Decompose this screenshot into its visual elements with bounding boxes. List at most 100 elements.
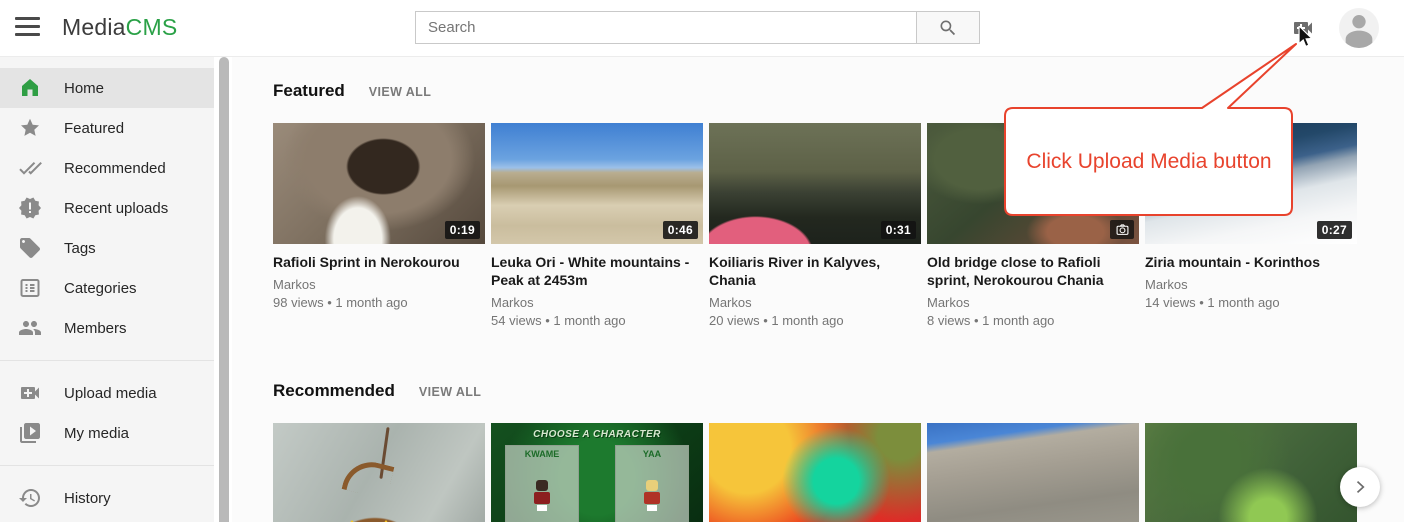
search-bar (415, 11, 980, 44)
view-all-link[interactable]: VIEW ALL (369, 85, 431, 99)
video-thumbnail[interactable]: 0:27 (1145, 123, 1357, 244)
pumpkin-hook (342, 456, 395, 500)
video-author[interactable]: Markos (273, 277, 485, 292)
video-author[interactable]: Markos (491, 295, 703, 310)
members-icon (18, 316, 42, 340)
sidebar-item-label: Recent uploads (64, 200, 168, 217)
sidebar-item-featured[interactable]: Featured (0, 108, 214, 148)
featured-row: 0:19 Rafioli Sprint in Nerokourou Markos… (273, 123, 1357, 328)
video-title[interactable]: Old bridge close to Rafioli sprint, Nero… (927, 253, 1139, 289)
app-logo[interactable]: MediaCMS (62, 14, 177, 41)
sidebar-item-my-media[interactable]: My media (0, 413, 214, 453)
character-sprite (643, 480, 661, 510)
section-title: Recommended (273, 381, 395, 401)
logo-media: Media (62, 14, 126, 40)
sidebar-item-members[interactable]: Members (0, 308, 214, 348)
done-all-icon (18, 156, 42, 180)
sidebar-item-label: Categories (64, 280, 137, 297)
menu-icon[interactable] (15, 17, 40, 38)
sidebar-item-history[interactable]: History (0, 478, 214, 518)
video-thumbnail[interactable]: 0:46 (491, 123, 703, 244)
media-card: 0:31 Koiliaris River in Kalyves, Chania … (709, 123, 921, 328)
sidebar-item-categories[interactable]: Categories (0, 268, 214, 308)
sidebar-item-recent-uploads[interactable]: Recent uploads (0, 188, 214, 228)
tag-icon (18, 236, 42, 260)
video-title[interactable]: Koiliaris River in Kalyves, Chania (709, 253, 921, 289)
sidebar-scrollbar[interactable] (219, 57, 229, 522)
sidebar-item-label: Featured (64, 120, 124, 137)
new-releases-icon (18, 196, 42, 220)
chevron-right-icon (1350, 477, 1370, 497)
media-card: 0:19 Rafioli Sprint in Nerokourou Markos… (273, 123, 485, 328)
video-author[interactable]: Markos (927, 295, 1139, 310)
video-thumbnail[interactable] (709, 423, 921, 522)
sidebar-item-label: Recommended (64, 160, 166, 177)
video-thumbnail[interactable]: 0:31 (709, 123, 921, 244)
sidebar-divider (0, 465, 214, 466)
sidebar-item-home[interactable]: Home (0, 68, 214, 108)
search-icon (938, 18, 958, 38)
duration-badge: 0:19 (445, 221, 480, 239)
video-meta: 54 views • 1 month ago (491, 313, 703, 328)
duration-badge: 0:27 (1317, 221, 1352, 239)
upload-media-icon (18, 381, 42, 405)
sidebar-item-label: History (64, 490, 111, 507)
sidebar-item-label: My media (64, 425, 129, 442)
history-icon (18, 486, 42, 510)
media-card: Old bridge close to Rafioli sprint, Nero… (927, 123, 1139, 328)
view-all-link[interactable]: VIEW ALL (419, 385, 481, 399)
video-title[interactable]: Ziria mountain - Korinthos (1145, 253, 1357, 271)
camera-icon (1110, 220, 1134, 239)
video-thumbnail[interactable] (1145, 423, 1357, 522)
media-card (1145, 423, 1357, 522)
sidebar-item-label: Upload media (64, 385, 157, 402)
logo-cms: CMS (126, 14, 178, 40)
video-meta: 98 views • 1 month ago (273, 295, 485, 310)
video-title[interactable]: Leuka Ori - White mountains - Peak at 24… (491, 253, 703, 289)
photo-thumbnail[interactable] (927, 123, 1139, 244)
recommended-section-header: Recommended VIEW ALL (273, 381, 481, 401)
top-bar: MediaCMS (0, 0, 1404, 57)
character-name: YAA (616, 449, 688, 459)
featured-section-header: Featured VIEW ALL (273, 81, 431, 101)
character-name: KWAME (506, 449, 578, 459)
video-meta: 14 views • 1 month ago (1145, 295, 1357, 310)
video-meta: 8 views • 1 month ago (927, 313, 1139, 328)
video-thumbnail[interactable] (273, 423, 485, 522)
duration-badge: 0:31 (881, 221, 916, 239)
video-author[interactable]: Markos (709, 295, 921, 310)
media-card (927, 423, 1139, 522)
sidebar: Home Featured Recommended Recent uploads… (0, 57, 214, 522)
avatar[interactable] (1339, 8, 1379, 48)
search-input[interactable] (415, 11, 917, 44)
sidebar-item-label: Members (64, 320, 127, 337)
sidebar-item-upload-media[interactable]: Upload media (0, 373, 214, 413)
sidebar-divider (0, 360, 214, 361)
media-card: 0:46 Leuka Ori - White mountains - Peak … (491, 123, 703, 328)
sidebar-item-label: Tags (64, 240, 96, 257)
video-thumbnail[interactable]: 0:19 (273, 123, 485, 244)
media-card (273, 423, 485, 522)
media-card: 0:27 Ziria mountain - Korinthos Markos 1… (1145, 123, 1357, 328)
duration-badge: 0:46 (663, 221, 698, 239)
home-icon (18, 76, 42, 100)
media-card: CHOOSE A CHARACTER KWAME Selected YAA Se… (491, 423, 703, 522)
video-thumbnail[interactable]: CHOOSE A CHARACTER KWAME Selected YAA Se… (491, 423, 703, 522)
character-panel: YAA Select (615, 445, 689, 522)
video-author[interactable]: Markos (1145, 277, 1357, 292)
section-title: Featured (273, 81, 345, 101)
character-sprite (533, 480, 551, 510)
video-thumbnail[interactable] (927, 423, 1139, 522)
video-meta: 20 views • 1 month ago (709, 313, 921, 328)
sidebar-item-recommended[interactable]: Recommended (0, 148, 214, 188)
game-title-text: CHOOSE A CHARACTER (491, 429, 703, 440)
carousel-next-button[interactable] (1340, 467, 1380, 507)
search-button[interactable] (917, 11, 980, 44)
star-icon (18, 116, 42, 140)
character-panel: KWAME Selected (505, 445, 579, 522)
main-content: Featured VIEW ALL 0:19 Rafioli Sprint in… (232, 57, 1404, 522)
upload-media-icon[interactable] (1291, 16, 1315, 40)
video-title[interactable]: Rafioli Sprint in Nerokourou (273, 253, 485, 271)
sidebar-item-tags[interactable]: Tags (0, 228, 214, 268)
recommended-row: CHOOSE A CHARACTER KWAME Selected YAA Se… (273, 423, 1357, 522)
